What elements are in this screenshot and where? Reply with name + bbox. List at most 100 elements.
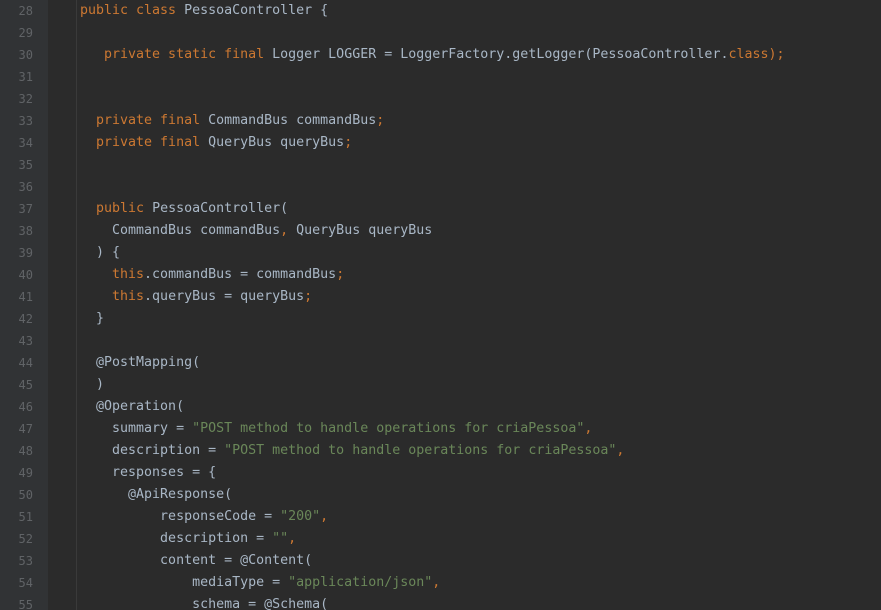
code-line[interactable]: 37 public PessoaController( — [0, 198, 881, 220]
line-code[interactable]: @Operation( — [80, 396, 184, 418]
code-line[interactable]: 52 description = "", — [0, 528, 881, 550]
line-number: 49 — [18, 466, 33, 480]
line-code[interactable]: schema = @Schema( — [80, 594, 328, 610]
keyword-token: public — [80, 201, 153, 216]
line-code[interactable]: ) { — [80, 242, 120, 264]
string-token: "application/json" — [288, 575, 433, 590]
keyword-token: , — [280, 223, 297, 238]
code-line[interactable]: 42 } — [0, 308, 881, 330]
code-line[interactable]: 34 private final QueryBus queryBus; — [0, 132, 881, 154]
keyword-token: class — [728, 47, 769, 62]
code-line[interactable]: 44 @PostMapping( — [0, 352, 881, 374]
line-number: 52 — [18, 532, 33, 546]
code-token: .commandBus = commandBus — [144, 267, 337, 282]
string-token: "POST method to handle operations for cr… — [224, 443, 617, 458]
line-number: 36 — [18, 180, 33, 194]
code-token: description = — [80, 443, 225, 458]
line-number: 33 — [18, 114, 33, 128]
line-code[interactable]: mediaType = "application/json", — [80, 572, 440, 594]
code-line[interactable]: 36 — [0, 176, 881, 198]
line-number: 41 — [18, 290, 33, 304]
code-token: content = @Content( — [80, 553, 313, 568]
line-number: 46 — [18, 400, 33, 414]
code-line[interactable]: 38 CommandBus commandBus, QueryBus query… — [0, 220, 881, 242]
code-token: PessoaController { — [184, 3, 329, 18]
code-token: @PostMapping( — [80, 355, 201, 370]
line-code[interactable]: ) — [80, 374, 104, 396]
line-code[interactable]: @PostMapping( — [80, 352, 200, 374]
code-token: schema = @Schema( — [80, 597, 329, 610]
code-line[interactable]: 39 ) { — [0, 242, 881, 264]
line-number: 55 — [18, 598, 33, 610]
line-code[interactable]: responses = { — [80, 462, 216, 484]
code-line[interactable]: 45 ) — [0, 374, 881, 396]
line-code[interactable]: summary = "POST method to handle operati… — [80, 418, 592, 440]
line-code[interactable]: description = "POST method to handle ope… — [80, 440, 624, 462]
keyword-token: , — [584, 421, 593, 436]
code-line[interactable]: 31 — [0, 66, 881, 88]
code-token: ) — [80, 377, 105, 392]
string-token: "" — [272, 531, 289, 546]
code-line[interactable]: 55 schema = @Schema( — [0, 594, 881, 610]
line-number: 50 — [18, 488, 33, 502]
keyword-token: , — [432, 575, 441, 590]
code-editor[interactable]: 28 public class PessoaController {29 30 pr… — [0, 0, 881, 610]
line-number: 51 — [18, 510, 33, 524]
code-line[interactable]: 43 — [0, 330, 881, 352]
line-number: 43 — [18, 334, 33, 348]
code-line[interactable]: 40 this.commandBus = commandBus; — [0, 264, 881, 286]
line-code[interactable]: content = @Content( — [80, 550, 312, 572]
line-code[interactable]: CommandBus commandBus, QueryBus queryBus — [80, 220, 432, 242]
code-line[interactable]: 49 responses = { — [0, 462, 881, 484]
code-line[interactable]: 51 responseCode = "200", — [0, 506, 881, 528]
code-token: responseCode = — [80, 509, 281, 524]
code-token: responses = { — [80, 465, 217, 480]
code-line[interactable]: 41 this.queryBus = queryBus; — [0, 286, 881, 308]
code-line[interactable]: 32 — [0, 88, 881, 110]
code-line[interactable]: 30 private static final Logger LOGGER = … — [0, 44, 881, 66]
code-area[interactable]: 28 public class PessoaController {29 30 pr… — [0, 0, 881, 610]
keyword-token: ; — [336, 267, 345, 282]
code-line[interactable]: 53 content = @Content( — [0, 550, 881, 572]
line-code[interactable]: public PessoaController( — [80, 198, 288, 220]
code-line[interactable]: 47 summary = "POST method to handle oper… — [0, 418, 881, 440]
line-number: 53 — [18, 554, 33, 568]
code-token: CommandBus commandBus — [80, 223, 281, 238]
line-code[interactable]: description = "", — [80, 528, 296, 550]
keyword-token: public class — [80, 3, 185, 18]
line-code[interactable]: private final QueryBus queryBus; — [80, 132, 352, 154]
line-code[interactable]: public class PessoaController { — [80, 0, 328, 22]
code-line[interactable]: 46 @Operation( — [0, 396, 881, 418]
line-number: 31 — [18, 70, 33, 84]
string-token: "200" — [280, 509, 321, 524]
line-code[interactable]: responseCode = "200", — [80, 506, 328, 528]
code-line[interactable]: 29 — [0, 22, 881, 44]
line-code[interactable]: @ApiResponse( — [80, 484, 232, 506]
line-code[interactable]: } — [80, 308, 104, 330]
line-code[interactable]: private static final Logger LOGGER = Log… — [80, 44, 784, 66]
code-line[interactable]: 54 mediaType = "application/json", — [0, 572, 881, 594]
line-number: 42 — [18, 312, 33, 326]
line-code[interactable]: private final CommandBus commandBus; — [80, 110, 384, 132]
code-line[interactable]: 48 description = "POST method to handle … — [0, 440, 881, 462]
code-token: PessoaController( — [152, 201, 289, 216]
keyword-token: , — [616, 443, 625, 458]
line-number: 45 — [18, 378, 33, 392]
code-token: QueryBus queryBus — [208, 135, 345, 150]
code-token: mediaType = — [80, 575, 289, 590]
code-token: } — [80, 311, 105, 326]
code-line[interactable]: 28 public class PessoaController { — [0, 0, 881, 22]
line-code[interactable]: this.commandBus = commandBus; — [80, 264, 344, 286]
code-line[interactable]: 33 private final CommandBus commandBus; — [0, 110, 881, 132]
code-line[interactable]: 35 — [0, 154, 881, 176]
line-number: 54 — [18, 576, 33, 590]
code-token: summary = — [80, 421, 193, 436]
keyword-token: ; — [376, 113, 385, 128]
line-number: 39 — [18, 246, 33, 260]
code-token: description = — [80, 531, 273, 546]
line-code[interactable]: this.queryBus = queryBus; — [80, 286, 312, 308]
code-token: .queryBus = queryBus — [144, 289, 305, 304]
line-number: 32 — [18, 92, 33, 106]
code-token: @ApiResponse( — [80, 487, 233, 502]
code-line[interactable]: 50 @ApiResponse( — [0, 484, 881, 506]
